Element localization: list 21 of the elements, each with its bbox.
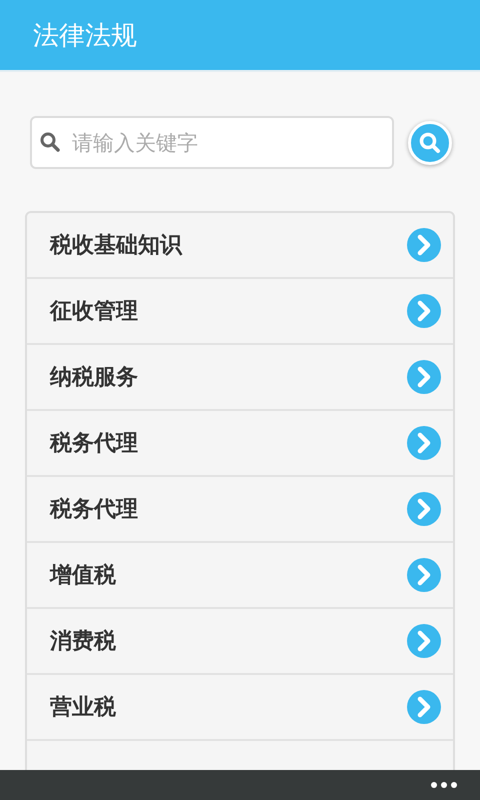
chevron-right-icon bbox=[407, 426, 441, 460]
chevron-right-icon bbox=[407, 294, 441, 328]
search-icon bbox=[418, 130, 442, 154]
header-title: 法律法规 bbox=[33, 20, 137, 52]
category-item[interactable]: 营业税 bbox=[27, 673, 453, 739]
category-item[interactable]: 征收管理 bbox=[27, 277, 453, 343]
category-item[interactable]: 税务代理 bbox=[27, 409, 453, 475]
chevron-right-icon bbox=[407, 492, 441, 526]
chevron-right-icon bbox=[407, 624, 441, 658]
search-icon bbox=[40, 132, 60, 152]
category-item[interactable]: 消费税 bbox=[27, 607, 453, 673]
chevron-right-icon bbox=[407, 228, 441, 262]
category-item[interactable]: 税收基础知识 bbox=[27, 213, 453, 277]
category-item[interactable]: 纳税服务 bbox=[27, 343, 453, 409]
category-item[interactable]: 增值税 bbox=[27, 541, 453, 607]
category-item[interactable]: 税务代理 bbox=[27, 475, 453, 541]
chevron-right-icon bbox=[407, 558, 441, 592]
chevron-right-icon bbox=[407, 360, 441, 394]
chevron-right-icon bbox=[407, 690, 441, 724]
more-icon[interactable] bbox=[430, 781, 458, 789]
search-field[interactable]: 请输入关键字 bbox=[30, 116, 394, 169]
